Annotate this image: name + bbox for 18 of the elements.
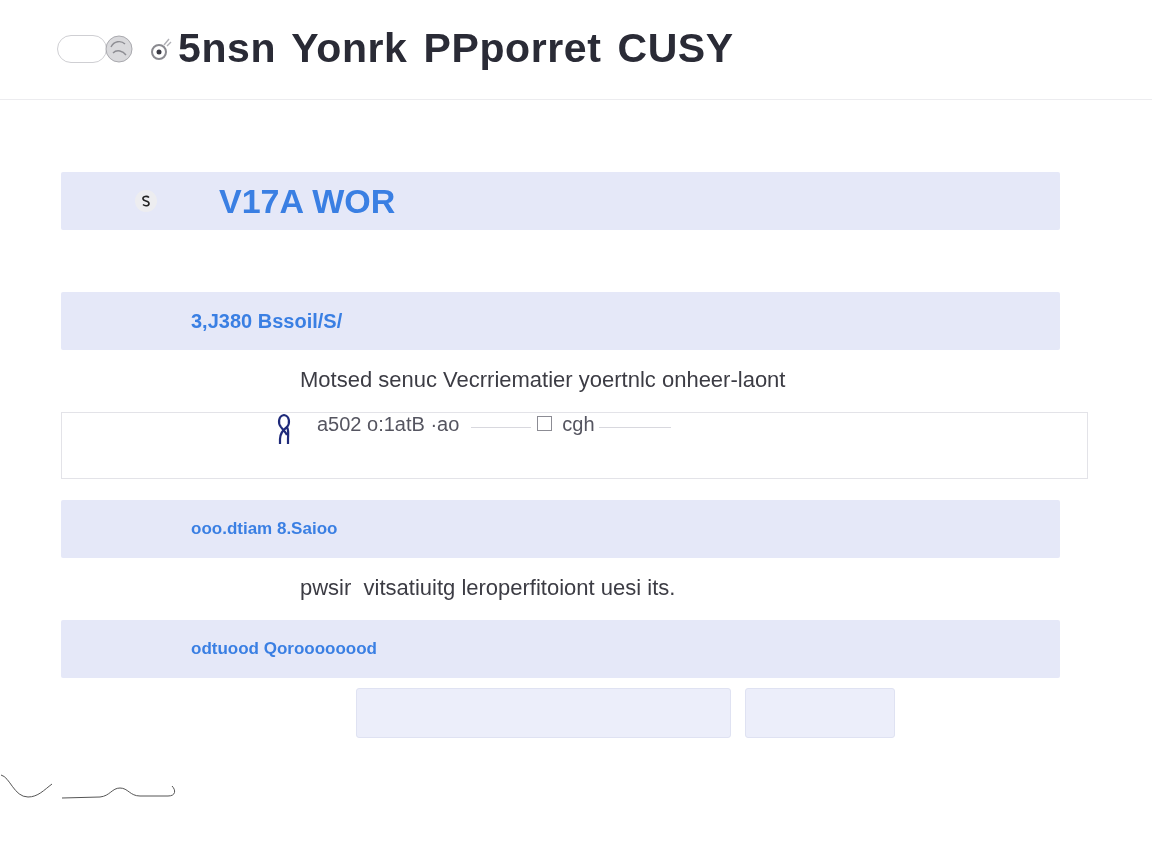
- field-value: a502 o:1atB ·ao: [317, 413, 460, 435]
- swirl-icon: [150, 36, 172, 61]
- ball-icon: [105, 34, 133, 63]
- section-title: 3,J380 Bssoil/S/: [191, 309, 343, 333]
- circle-s-icon: [135, 190, 157, 212]
- checkbox[interactable]: [537, 416, 553, 431]
- description-text: pwsir vitsatiuitg leroperfitoiont uesi its.: [299, 576, 677, 600]
- section-title: ooo.dtiam 8.Saioo: [191, 519, 338, 539]
- section-title: V17A WOR: [219, 181, 396, 221]
- page-title: 5nsn Yonrk PPporret CUSY: [178, 25, 734, 72]
- action-button[interactable]: [356, 688, 731, 738]
- toggle-icon[interactable]: [57, 34, 107, 63]
- section-title: odtuood Qoroooooood: [191, 639, 377, 659]
- input-field[interactable]: a502 o:1atB ·ao cgh: [61, 412, 1088, 479]
- checkbox-label: cgh: [562, 413, 595, 435]
- description-text: Motsed senuc Vecrriematier yoertnlc onheer-laont: [299, 368, 787, 392]
- paperclip-icon: [277, 413, 291, 445]
- action-button[interactable]: [745, 688, 895, 738]
